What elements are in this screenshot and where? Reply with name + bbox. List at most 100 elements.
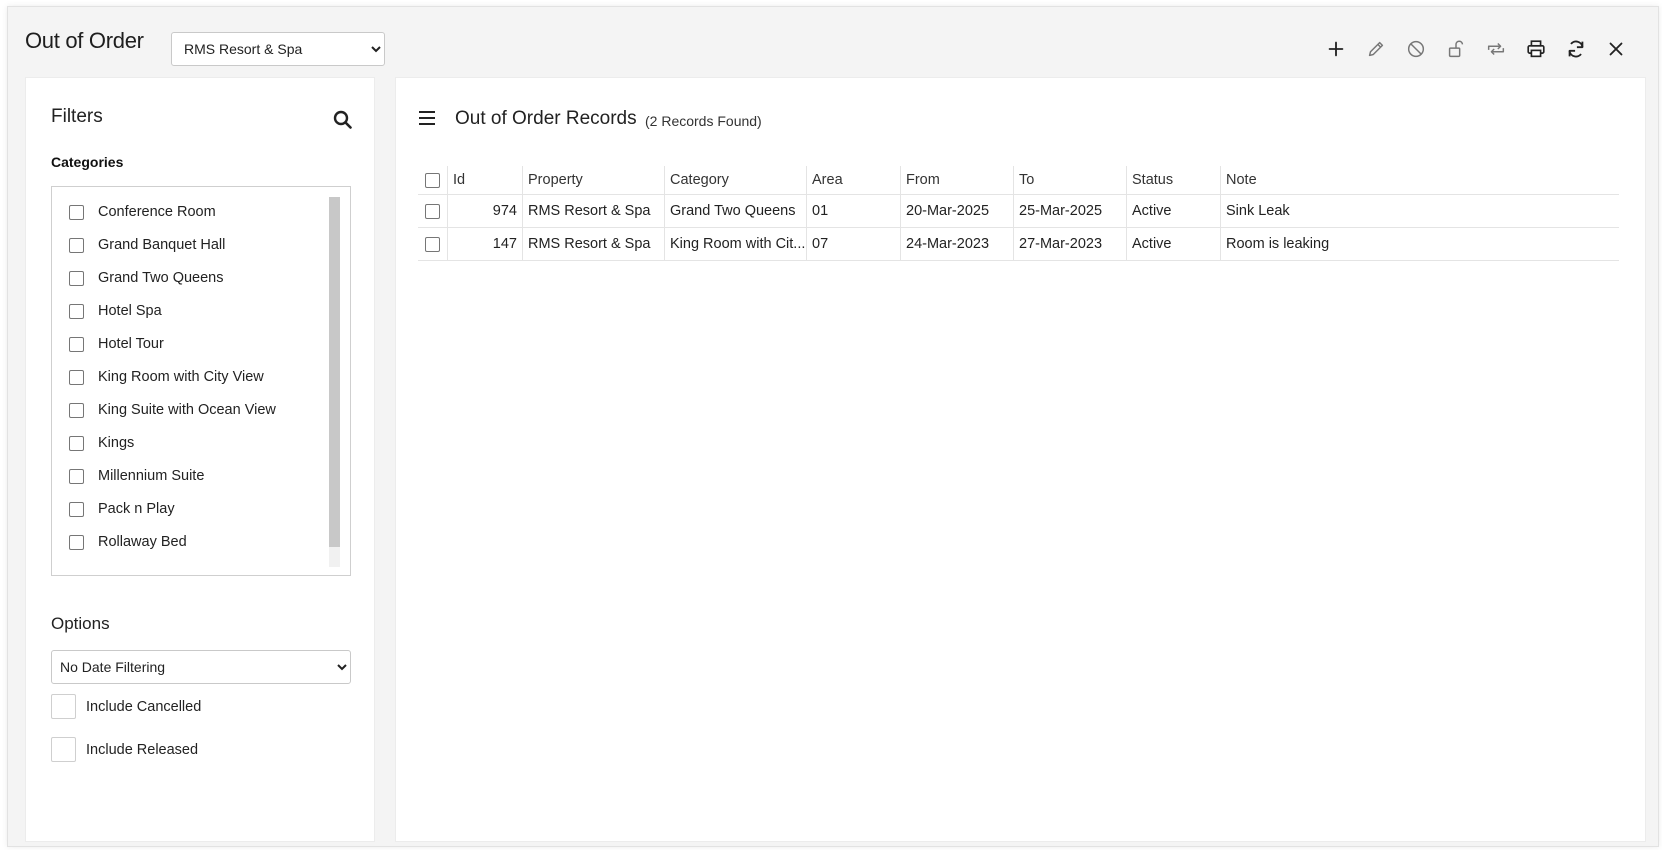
category-item[interactable]: Pack n Play: [69, 497, 175, 521]
filters-title: Filters: [51, 106, 103, 127]
hamburger-menu-icon[interactable]: [418, 110, 436, 126]
include-released-label: Include Released: [86, 741, 199, 758]
category-item[interactable]: Hotel Spa: [69, 299, 162, 323]
category-item[interactable]: Conference Room: [69, 200, 216, 224]
categories-list: Conference Room Grand Banquet Hall Grand…: [51, 186, 351, 576]
cell-area: 01: [806, 195, 900, 227]
category-item[interactable]: King Suite with Ocean View: [69, 398, 276, 422]
column-header-area[interactable]: Area: [806, 166, 900, 194]
column-header-from[interactable]: From: [900, 166, 1013, 194]
category-item[interactable]: Grand Two Queens: [69, 266, 223, 290]
category-item[interactable]: Kings: [69, 431, 134, 455]
category-item[interactable]: Hotel Tour: [69, 332, 164, 356]
column-header-id[interactable]: Id: [447, 166, 522, 194]
category-label: Pack n Play: [98, 501, 175, 517]
cell-category: King Room with Cit...: [664, 228, 806, 260]
include-released-option[interactable]: Include Released: [51, 737, 198, 762]
date-filter-select[interactable]: No Date Filtering: [51, 650, 351, 684]
edit-button[interactable]: [1356, 33, 1396, 65]
row-select-cell: [418, 195, 447, 227]
category-checkbox[interactable]: [69, 270, 84, 286]
records-title: Out of Order Records: [455, 108, 637, 129]
cell-status: Active: [1126, 228, 1220, 260]
grid-header-row: Id Property Category Area From To Status…: [418, 166, 1619, 195]
category-label: King Room with City View: [98, 369, 264, 385]
add-button[interactable]: [1316, 33, 1356, 65]
category-checkbox[interactable]: [69, 501, 84, 517]
property-select[interactable]: RMS Resort & Spa: [171, 32, 385, 66]
category-item[interactable]: Rollaway Bed: [69, 530, 187, 554]
include-cancelled-label: Include Cancelled: [86, 698, 202, 715]
category-item[interactable]: King Room with City View: [69, 365, 264, 389]
print-icon: [1527, 40, 1545, 58]
cancel-icon: [1407, 40, 1425, 58]
category-label: Rollaway Bed: [98, 534, 187, 550]
row-checkbox[interactable]: [425, 236, 440, 252]
out-of-order-window: Out of Order RMS Resort & Spa Filters Ca…: [7, 6, 1659, 847]
include-released-checkbox[interactable]: [51, 737, 76, 762]
category-checkbox[interactable]: [69, 237, 84, 253]
records-count: (2 Records Found): [645, 113, 762, 129]
print-button[interactable]: [1516, 33, 1556, 65]
categories-list-scroll-area[interactable]: Conference Room Grand Banquet Hall Grand…: [52, 187, 328, 575]
cell-from: 24-Mar-2023: [900, 228, 1013, 260]
select-all-cell: [418, 166, 447, 194]
change-button[interactable]: [1476, 33, 1516, 65]
search-icon: [333, 110, 352, 129]
cell-note: Room is leaking: [1220, 228, 1619, 260]
category-checkbox[interactable]: [69, 204, 84, 220]
category-checkbox[interactable]: [69, 303, 84, 319]
cell-property: RMS Resort & Spa: [522, 228, 664, 260]
categories-scrollbar[interactable]: [329, 197, 340, 567]
refresh-icon: [1568, 40, 1584, 58]
include-cancelled-option[interactable]: Include Cancelled: [51, 694, 201, 719]
release-icon: [1448, 40, 1464, 58]
change-icon: [1487, 42, 1505, 56]
cancel-button[interactable]: [1396, 33, 1436, 65]
column-header-note[interactable]: Note: [1220, 166, 1619, 194]
row-select-cell: [418, 228, 447, 260]
records-panel: Out of Order Records (2 Records Found) I…: [395, 77, 1646, 842]
options-label: Options: [51, 614, 110, 633]
category-label: Grand Banquet Hall: [98, 237, 226, 253]
cell-property: RMS Resort & Spa: [522, 195, 664, 227]
refresh-button[interactable]: [1556, 33, 1596, 65]
category-checkbox[interactable]: [69, 534, 84, 550]
row-checkbox[interactable]: [425, 203, 440, 219]
cell-id: 147: [447, 228, 522, 260]
include-cancelled-checkbox[interactable]: [51, 694, 76, 719]
table-row[interactable]: 974 RMS Resort & Spa Grand Two Queens 01…: [418, 195, 1619, 228]
cell-area: 07: [806, 228, 900, 260]
cell-note: Sink Leak: [1220, 195, 1619, 227]
category-label: Hotel Spa: [98, 303, 162, 319]
cell-to: 27-Mar-2023: [1013, 228, 1126, 260]
category-checkbox[interactable]: [69, 402, 84, 418]
column-header-category[interactable]: Category: [664, 166, 806, 194]
column-header-property[interactable]: Property: [522, 166, 664, 194]
close-icon: [1609, 42, 1623, 56]
close-button[interactable]: [1596, 33, 1636, 65]
toolbar: [1316, 33, 1636, 65]
cell-to: 25-Mar-2025: [1013, 195, 1126, 227]
records-grid: Id Property Category Area From To Status…: [418, 166, 1619, 261]
release-button[interactable]: [1436, 33, 1476, 65]
cell-id: 974: [447, 195, 522, 227]
filters-panel: Filters Categories Conference Room Grand…: [25, 77, 375, 842]
category-checkbox[interactable]: [69, 435, 84, 451]
column-header-to[interactable]: To: [1013, 166, 1126, 194]
category-item[interactable]: Millennium Suite: [69, 464, 204, 488]
category-label: Hotel Tour: [98, 336, 164, 352]
categories-scrollbar-thumb[interactable]: [329, 197, 340, 547]
table-row[interactable]: 147 RMS Resort & Spa King Room with Cit.…: [418, 228, 1619, 261]
cell-status: Active: [1126, 195, 1220, 227]
category-checkbox[interactable]: [69, 369, 84, 385]
column-header-status[interactable]: Status: [1126, 166, 1220, 194]
category-item[interactable]: Grand Banquet Hall: [69, 233, 225, 257]
category-checkbox[interactable]: [69, 336, 84, 352]
page-title: Out of Order: [25, 28, 144, 53]
select-all-checkbox[interactable]: [425, 172, 440, 188]
category-checkbox[interactable]: [69, 468, 84, 484]
cell-from: 20-Mar-2025: [900, 195, 1013, 227]
filters-search-button[interactable]: [331, 108, 355, 132]
category-label: Kings: [98, 435, 135, 451]
